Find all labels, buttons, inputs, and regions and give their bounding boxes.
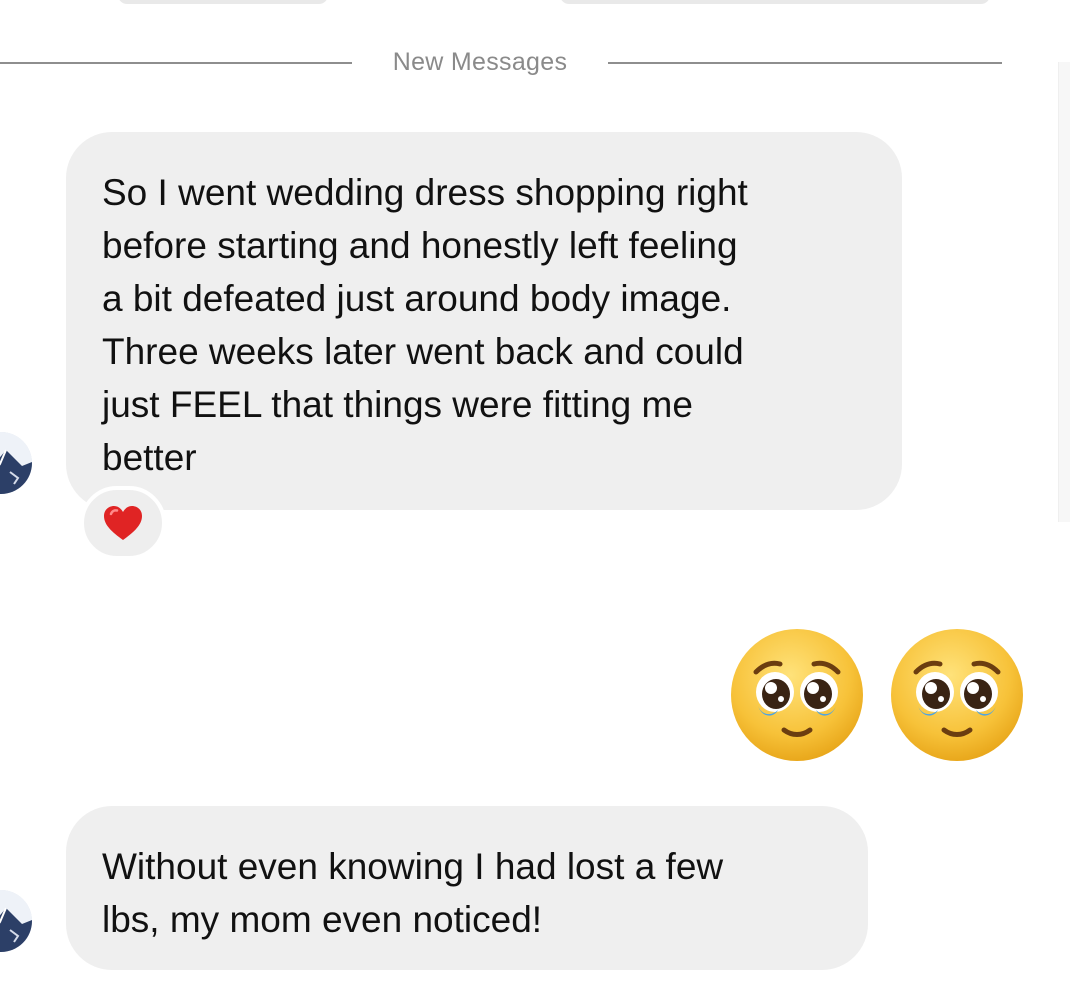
incoming-message-bubble[interactable]: Without even knowing I had lost a few lb… (66, 806, 868, 970)
new-messages-label: New Messages (392, 48, 568, 76)
message-text-line: a bit defeated just around body image. (102, 278, 732, 319)
avatar-image (0, 432, 32, 494)
incoming-message-bubble[interactable]: So I went wedding dress shopping right b… (66, 132, 902, 510)
sender-avatar[interactable] (0, 890, 32, 952)
pleading-face-emoji[interactable] (888, 626, 1026, 764)
scrollbar-track[interactable] (1058, 62, 1070, 522)
message-text-line: So I went wedding dress shopping right (102, 172, 748, 213)
pleading-face-emoji[interactable] (728, 626, 866, 764)
new-messages-divider: New Messages (0, 40, 1002, 86)
message-text-line: just FEEL that things were fitting me (102, 384, 693, 425)
heart-icon (104, 506, 142, 540)
divider-line-right (608, 62, 1002, 64)
sender-avatar[interactable] (0, 432, 32, 494)
heart-reaction[interactable] (80, 486, 166, 560)
pleading-face-icon (891, 629, 1023, 761)
previous-content-fragment (560, 0, 990, 4)
message-text-line: Without even knowing I had lost a few (102, 846, 724, 887)
previous-content-fragment (118, 0, 328, 4)
message-text-line: lbs, my mom even noticed! (102, 899, 543, 940)
avatar-image (0, 890, 32, 952)
divider-line-left (0, 62, 352, 64)
message-text-line: better (102, 437, 197, 478)
pleading-face-icon (731, 629, 863, 761)
message-text-line: before starting and honestly left feelin… (102, 225, 738, 266)
message-text-line: Three weeks later went back and could (102, 331, 744, 372)
